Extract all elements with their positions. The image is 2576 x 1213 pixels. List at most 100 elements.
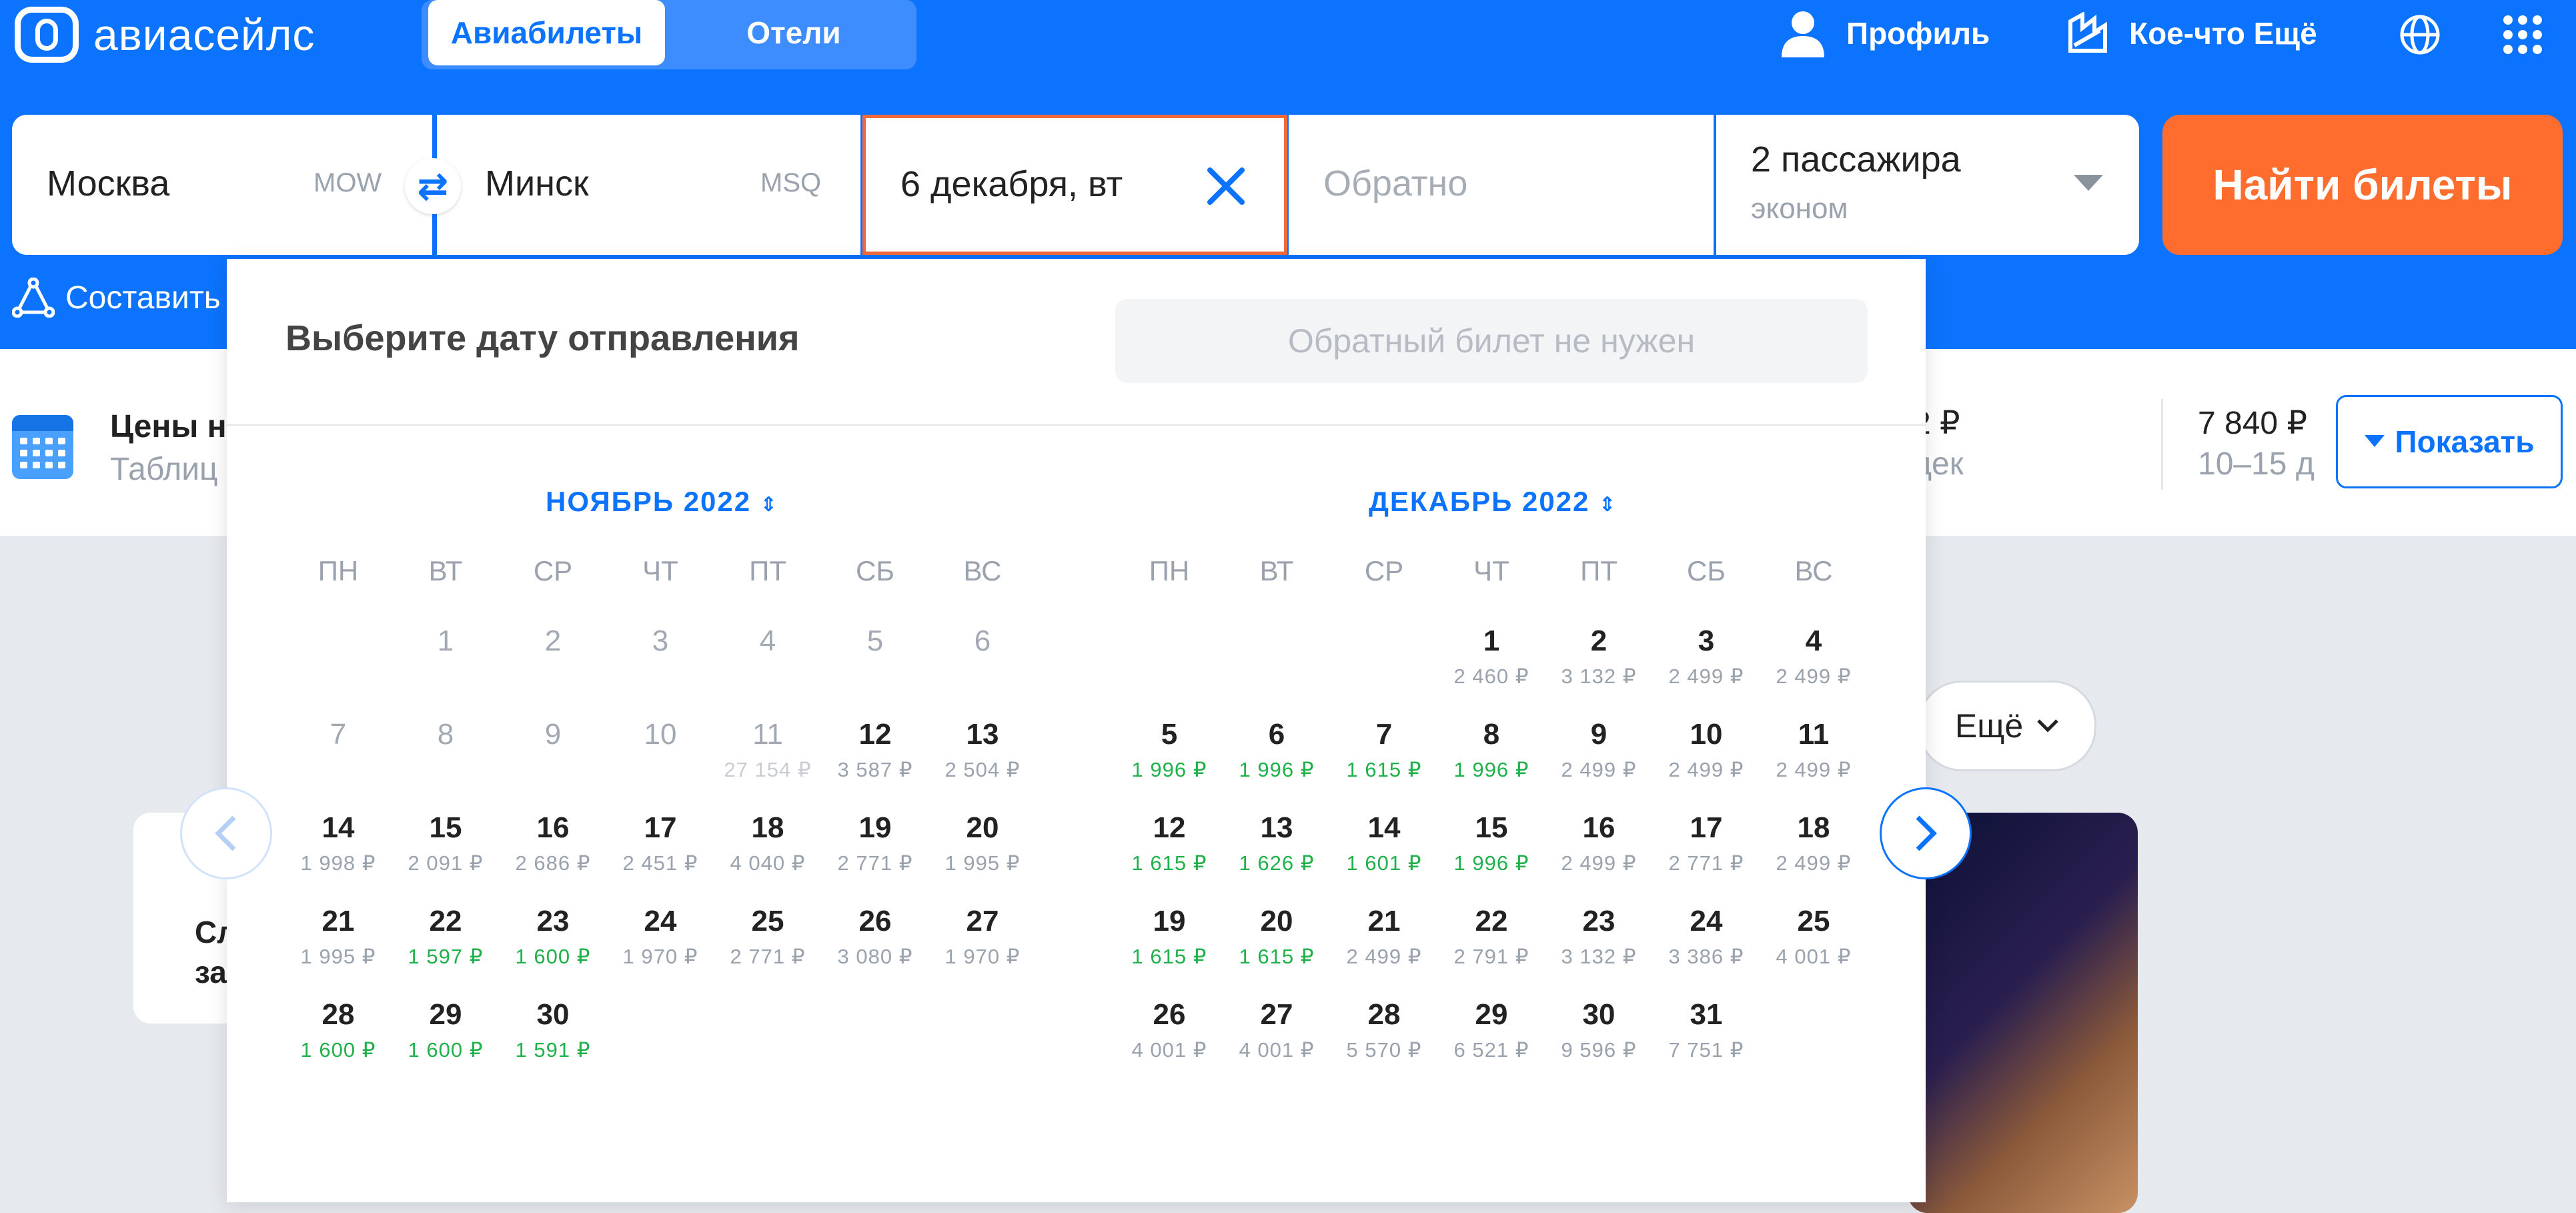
calendar-day[interactable]: 17 2 771 ₽: [1653, 811, 1760, 875]
calendar-day: 11 27 154 ₽: [714, 718, 821, 782]
calendar-day[interactable]: 16 2 499 ₽: [1545, 811, 1652, 875]
return-date-field[interactable]: Обратно: [1289, 115, 1714, 255]
calendar-day[interactable]: 18 4 040 ₽: [714, 811, 821, 875]
depart-date-field[interactable]: 6 декабря, вт: [862, 115, 1287, 255]
calendar-day[interactable]: 2 3 132 ₽: [1545, 625, 1652, 689]
nav-more[interactable]: Кое-что Ещё: [2066, 0, 2317, 67]
calendar-day[interactable]: 29 6 521 ₽: [1438, 998, 1545, 1062]
nav-more-label: Кое-что Ещё: [2129, 16, 2317, 51]
divider: [2161, 399, 2163, 490]
calendar-day[interactable]: 16 2 686 ₽: [500, 811, 606, 875]
calendar-day[interactable]: 30 9 596 ₽: [1545, 998, 1652, 1062]
passengers-field[interactable]: 2 пассажира эконом: [1716, 115, 2139, 255]
calendar-day[interactable]: 25 4 001 ₽: [1760, 905, 1867, 969]
calendar-day[interactable]: 12 3 587 ₽: [822, 718, 928, 782]
destination-field[interactable]: Минск MSQ: [437, 115, 860, 255]
origin-field[interactable]: Москва MOW: [12, 115, 432, 255]
day-number: 12: [1153, 811, 1186, 844]
day-number: 28: [1367, 998, 1401, 1031]
show-prices-label: Показать: [2395, 424, 2535, 459]
calendar-day[interactable]: 24 1 970 ₽: [607, 905, 714, 969]
calendar-day: 5: [822, 625, 928, 658]
calendar-day[interactable]: 12 1 615 ₽: [1116, 811, 1223, 875]
day-number: 10: [644, 718, 677, 751]
calendar-day[interactable]: 26 3 080 ₽: [822, 905, 928, 969]
calendar-day[interactable]: 14 1 998 ₽: [285, 811, 392, 875]
apps-grid-icon[interactable]: [2503, 15, 2543, 58]
calendar-day[interactable]: 20 1 615 ₽: [1223, 905, 1330, 969]
calendar-day[interactable]: 8 1 996 ₽: [1438, 718, 1545, 782]
calendar-day[interactable]: 4 2 499 ₽: [1760, 625, 1867, 689]
calendar-day: 10: [607, 718, 714, 751]
calendar-day[interactable]: 14 1 601 ₽: [1331, 811, 1437, 875]
show-prices-button[interactable]: Показать: [2336, 395, 2563, 488]
calendar-day[interactable]: 9 2 499 ₽: [1545, 718, 1652, 782]
calendar-day[interactable]: 11 2 499 ₽: [1760, 718, 1867, 782]
day-number: 15: [1475, 811, 1508, 844]
prev-month-button[interactable]: [180, 787, 272, 879]
clear-date-icon[interactable]: [1205, 165, 1247, 208]
calendar-day[interactable]: 21 1 995 ₽: [285, 905, 392, 969]
tab-flights[interactable]: Авиабилеты: [428, 0, 665, 65]
calendar-day[interactable]: 26 4 001 ₽: [1116, 998, 1223, 1062]
origin-code: MOW: [313, 168, 382, 197]
day-number: 31: [1690, 998, 1723, 1031]
weekday-header: ЧТ: [1473, 555, 1509, 586]
calendar-day[interactable]: 17 2 451 ₽: [607, 811, 714, 875]
day-price: 1 601 ₽: [1346, 851, 1422, 875]
calendar-day[interactable]: 23 1 600 ₽: [500, 905, 606, 969]
month-title-december[interactable]: ДЕКАБРЬ 2022 ⇕: [1369, 486, 1617, 518]
globe-icon[interactable]: [2399, 13, 2441, 59]
calendar-day[interactable]: 27 1 970 ₽: [929, 905, 1036, 969]
find-tickets-button[interactable]: Найти билеты: [2162, 115, 2563, 255]
complex-route-link[interactable]: Составить: [12, 278, 221, 318]
one-way-button[interactable]: Обратный билет не нужен: [1115, 299, 1868, 383]
calendar-day[interactable]: 25 2 771 ₽: [714, 905, 821, 969]
calendar-day[interactable]: 6 1 996 ₽: [1223, 718, 1330, 782]
more-filter-label: Ещё: [1954, 707, 2024, 745]
calendar-day[interactable]: 15 2 091 ₽: [392, 811, 499, 875]
calendar-day[interactable]: 15 1 996 ₽: [1438, 811, 1545, 875]
chevron-left-icon: [215, 815, 236, 851]
calendar-day[interactable]: 19 2 771 ₽: [822, 811, 928, 875]
calendar-day[interactable]: 7 1 615 ₽: [1331, 718, 1437, 782]
calendar-day[interactable]: 27 4 001 ₽: [1223, 998, 1330, 1062]
day-number: 3: [652, 625, 669, 657]
calendar-day[interactable]: 28 5 570 ₽: [1331, 998, 1437, 1062]
nav-profile[interactable]: Профиль: [1780, 0, 1990, 67]
calendar-day[interactable]: 18 2 499 ₽: [1760, 811, 1867, 875]
calendar-day[interactable]: 29 1 600 ₽: [392, 998, 499, 1062]
more-filter-pill[interactable]: Ещё: [1918, 681, 2096, 771]
day-number: 4: [759, 625, 776, 657]
return-placeholder: Обратно: [1323, 163, 1468, 204]
calendar-day[interactable]: 19 1 615 ₽: [1116, 905, 1223, 969]
calendar-day[interactable]: 3 2 499 ₽: [1653, 625, 1760, 689]
aviasales-logo[interactable]: авиасейлс: [15, 7, 315, 63]
calendar-day[interactable]: 23 3 132 ₽: [1545, 905, 1652, 969]
calendar-day[interactable]: 10 2 499 ₽: [1653, 718, 1760, 782]
tab-hotels[interactable]: Отели: [667, 0, 920, 65]
calendar-day[interactable]: 20 1 995 ₽: [929, 811, 1036, 875]
calendar-day[interactable]: 22 1 597 ₽: [392, 905, 499, 969]
day-number: 25: [1797, 905, 1830, 937]
depart-date-value: 6 декабря, вт: [900, 164, 1123, 204]
next-month-button[interactable]: [1880, 787, 1972, 879]
promo-card-line2: за: [195, 955, 227, 989]
calendar-day[interactable]: 5 1 996 ₽: [1116, 718, 1223, 782]
month-title-november[interactable]: НОЯБРЬ 2022 ⇕: [546, 486, 778, 518]
day-number: 17: [1690, 811, 1723, 844]
day-number: 9: [544, 718, 562, 751]
calendar-day[interactable]: 22 2 791 ₽: [1438, 905, 1545, 969]
calendar-day[interactable]: 28 1 600 ₽: [285, 998, 392, 1062]
swap-icon[interactable]: ⇄: [405, 158, 461, 214]
calendar-day[interactable]: 24 3 386 ₽: [1653, 905, 1760, 969]
calendar-day[interactable]: 13 1 626 ₽: [1223, 811, 1330, 875]
day-number: 16: [1582, 811, 1616, 844]
calendar-day[interactable]: 21 2 499 ₽: [1331, 905, 1437, 969]
calendar-day[interactable]: 13 2 504 ₽: [929, 718, 1036, 782]
calendar-day[interactable]: 30 1 591 ₽: [500, 998, 606, 1062]
calendar-day[interactable]: 1 2 460 ₽: [1438, 625, 1545, 689]
day-number: 13: [1260, 811, 1293, 844]
calendar-day[interactable]: 31 7 751 ₽: [1653, 998, 1760, 1062]
sort-arrows-icon: ⇕: [1599, 494, 1618, 516]
